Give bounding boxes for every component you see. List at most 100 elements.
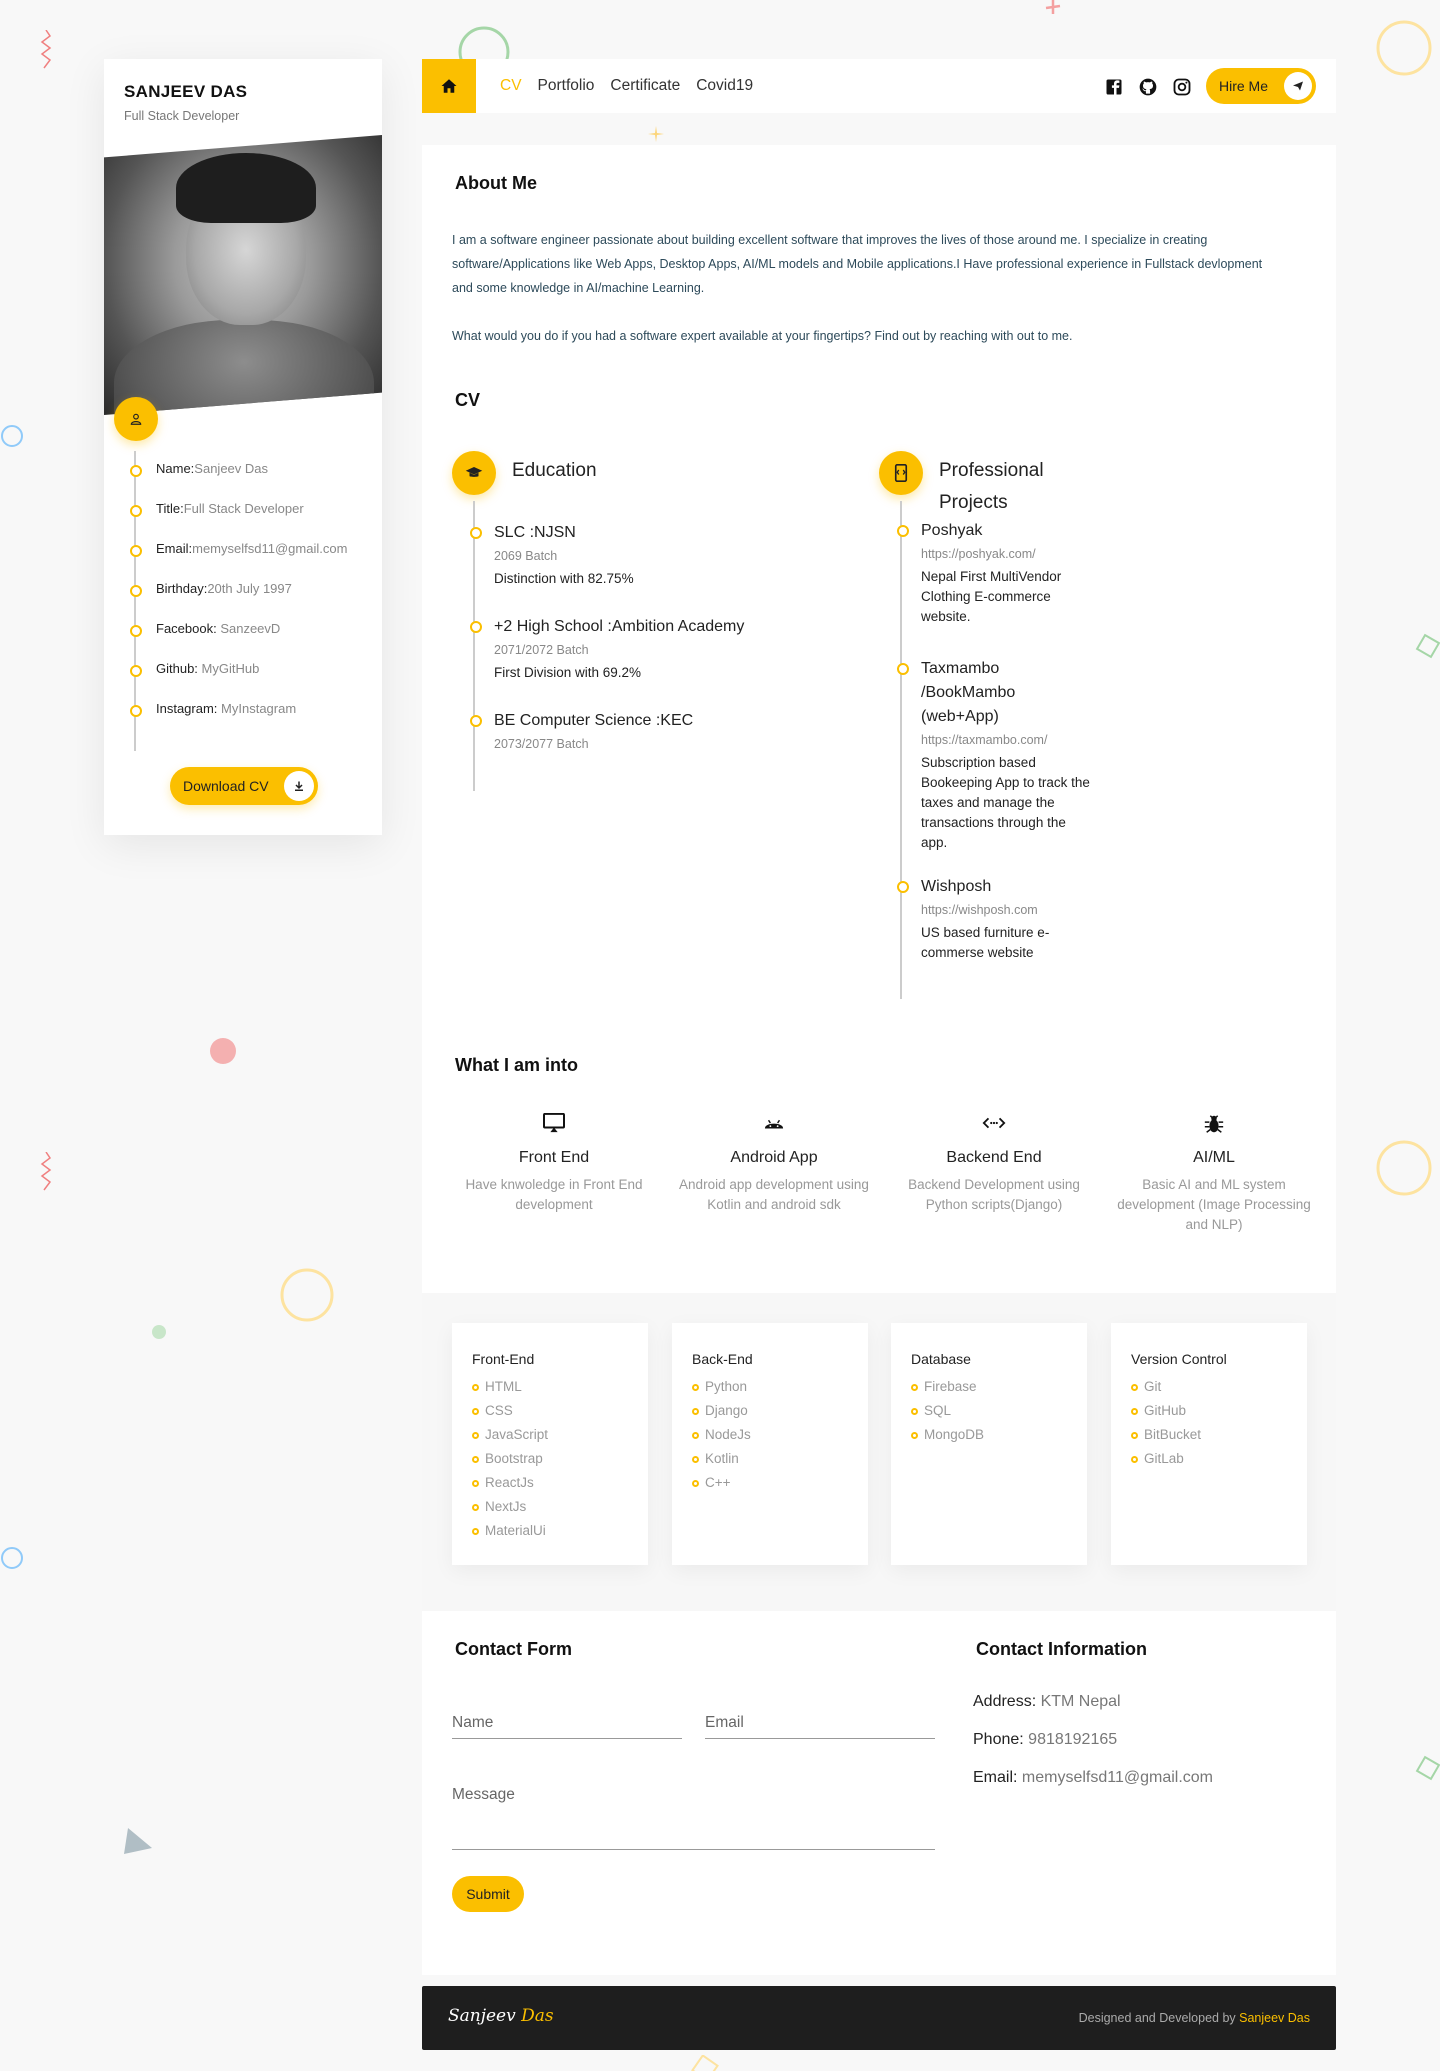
message-input[interactable]: Message [452, 1786, 935, 1850]
monitor-icon [444, 1113, 664, 1137]
download-icon [284, 771, 314, 801]
instagram-icon[interactable] [1172, 77, 1192, 97]
cv-title: CV [452, 390, 484, 414]
info-email: Email:memyselfsd11@gmail.com [130, 541, 347, 581]
decor-dot-green [152, 1325, 166, 1339]
skill-item: NodeJs [692, 1423, 848, 1447]
submit-button[interactable]: Submit [452, 1876, 524, 1912]
education-item: +2 High School :Ambition Academy 2071/20… [469, 615, 744, 683]
nav-link-portfolio[interactable]: Portfolio [538, 77, 595, 95]
email-input[interactable]: Email [705, 1714, 935, 1739]
profile-card: SANJEEV DAS Full Stack Developer Name:Sa… [104, 59, 382, 835]
hire-me-label: Hire Me [1219, 78, 1269, 94]
main-content: About Me I am a software engineer passio… [422, 145, 1336, 1975]
decor-star-yellow [648, 126, 664, 142]
bug-icon [1104, 1113, 1324, 1137]
decor-triangle-grey [124, 1828, 152, 1854]
graduation-cap-icon [452, 451, 496, 495]
project-link[interactable]: https://wishposh.com [921, 903, 1091, 917]
mobile-app-icon [879, 451, 923, 495]
nav-link-certificate[interactable]: Certificate [610, 77, 680, 95]
project-item: Poshyak https://poshyak.com/ Nepal First… [897, 519, 1091, 627]
into-item-aiml: AI/ML Basic AI and ML system development… [1104, 1113, 1324, 1235]
project-link[interactable]: https://poshyak.com/ [921, 547, 1091, 561]
decor-ring-blue-1 [1, 425, 23, 447]
skill-item: MaterialUi [472, 1519, 628, 1543]
skill-card-frontend: Front-End HTML CSS JavaScript Bootstrap … [452, 1323, 648, 1565]
about-paragraph-1: I am a software engineer passionate abou… [452, 233, 1263, 295]
decor-ring-green [458, 26, 510, 64]
skill-item: GitLab [1131, 1447, 1287, 1471]
social-links [1104, 77, 1192, 97]
skill-item: JavaScript [472, 1423, 628, 1447]
android-icon [664, 1113, 884, 1137]
user-icon [114, 397, 158, 441]
into-item-android: Android App Android app development usin… [664, 1113, 884, 1235]
info-instagram[interactable]: Instagram: MyInstagram [130, 701, 347, 741]
into-item-backend: Backend End Backend Development using Py… [884, 1113, 1104, 1235]
skill-card-version-control: Version Control Git GitHub BitBucket Git… [1111, 1323, 1307, 1565]
nav-links: CV Portfolio Certificate Covid19 [500, 77, 753, 95]
home-button[interactable] [422, 59, 476, 113]
skill-item: Python [692, 1375, 848, 1399]
projects-column: Professional Projects Poshyak https://po… [879, 451, 1129, 999]
decor-ring-yellow-left [280, 1268, 334, 1322]
contact-address: Address: KTM Nepal [973, 1693, 1121, 1710]
footer-logo[interactable]: Sanjeev Das [448, 2006, 554, 2026]
contact-info-title: Contact Information [973, 1639, 1150, 1663]
skill-item: Django [692, 1399, 848, 1423]
contact-form-title: Contact Form [452, 1639, 575, 1663]
skill-item: MongoDB [911, 1423, 1067, 1447]
education-item: BE Computer Science :KEC 2073/2077 Batch [469, 709, 693, 751]
info-name: Name:Sanjeev Das [130, 461, 347, 501]
github-icon[interactable] [1138, 77, 1158, 97]
skill-item: CSS [472, 1399, 628, 1423]
info-birthday: Birthday:20th July 1997 [130, 581, 347, 621]
facebook-icon[interactable] [1104, 77, 1124, 97]
into-grid: Front End Have knwoledge in Front End de… [444, 1113, 1324, 1235]
skill-item: C++ [692, 1471, 848, 1495]
name-input[interactable]: Name [452, 1714, 682, 1739]
decor-ring-yellow-top [1376, 20, 1432, 76]
info-github[interactable]: Github: MyGitHub [130, 661, 347, 701]
skill-item: Bootstrap [472, 1447, 628, 1471]
contact-info: Address: KTM Nepal Phone: 9818192165 Ema… [973, 1693, 1213, 1807]
skill-item: HTML [472, 1375, 628, 1399]
footer-author-link[interactable]: Sanjeev Das [1239, 2011, 1310, 2025]
skill-item: SQL [911, 1399, 1067, 1423]
skill-item: Firebase [911, 1375, 1067, 1399]
contact-phone: Phone: 9818192165 [973, 1731, 1118, 1748]
about-text: I am a software engineer passionate abou… [452, 228, 1272, 348]
about-title: About Me [452, 173, 540, 197]
projects-title: Professional Projects [939, 460, 1044, 513]
skill-card-backend: Back-End Python Django NodeJs Kotlin C++ [672, 1323, 868, 1565]
info-title: Title:Full Stack Developer [130, 501, 347, 541]
info-facebook[interactable]: Facebook: SanzeevD [130, 621, 347, 661]
skill-item: Kotlin [692, 1447, 848, 1471]
decor-square-yellow-bottom [691, 2055, 719, 2071]
project-item: Wishposh https://wishposh.com US based f… [897, 875, 1091, 963]
profile-role: Full Stack Developer [124, 109, 240, 123]
into-item-frontend: Front End Have knwoledge in Front End de… [444, 1113, 664, 1235]
skill-card-database: Database Firebase SQL MongoDB [891, 1323, 1087, 1565]
download-cv-label: Download CV [183, 778, 269, 794]
education-title: Education [512, 460, 597, 481]
home-icon [441, 79, 457, 93]
contact-email: Email: memyselfsd11@gmail.com [973, 1769, 1214, 1786]
nav-link-cv[interactable]: CV [500, 77, 522, 95]
profile-name: SANJEEV DAS [124, 82, 248, 101]
download-cv-button[interactable]: Download CV [170, 767, 318, 805]
into-title: What I am into [452, 1055, 581, 1079]
skill-item: GitHub [1131, 1399, 1287, 1423]
nav-link-covid19[interactable]: Covid19 [696, 77, 753, 95]
education-item: SLC :NJSN 2069 Batch Distinction with 82… [470, 521, 634, 589]
decor-zigzag-top [40, 30, 52, 69]
footer: Sanjeev Das Designed and Developed by Sa… [422, 1986, 1336, 2050]
decor-square-green-1 [1415, 633, 1440, 659]
skills-section: Front-End HTML CSS JavaScript Bootstrap … [422, 1293, 1336, 1611]
project-link[interactable]: https://taxmambo.com/ [921, 733, 1091, 747]
skill-item: ReactJs [472, 1471, 628, 1495]
project-item: Taxmambo /BookMambo (web+App) https://ta… [897, 657, 1091, 853]
top-navbar: CV Portfolio Certificate Covid19 Hire Me [422, 59, 1336, 113]
hire-me-button[interactable]: Hire Me [1206, 68, 1316, 104]
